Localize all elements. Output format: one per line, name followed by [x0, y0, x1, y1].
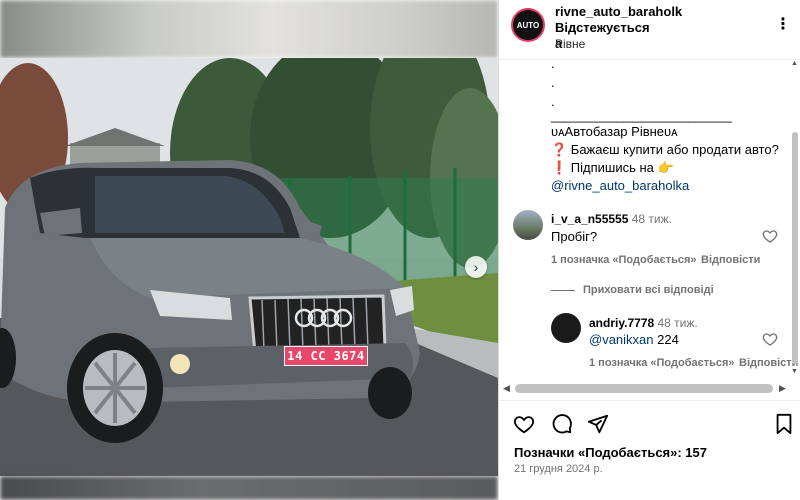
profile-avatar[interactable]: AUTO — [511, 8, 545, 42]
post-media: 14 CC 3674 › — [0, 0, 498, 500]
comment-text: Пробіг? — [551, 229, 598, 244]
heart-icon[interactable] — [762, 331, 778, 347]
comments-section: . . . _________________________ ᴜᴀАвтоба… — [499, 60, 800, 396]
vertical-scroll-thumb[interactable] — [792, 132, 798, 364]
commenter-avatar[interactable] — [513, 210, 543, 240]
reply-time[interactable]: 48 тиж. — [658, 316, 698, 330]
likes-count[interactable]: Позначки «Подобається»: 157 — [514, 445, 707, 460]
caption-line: ❓ Бажаєш купити або продати авто? — [551, 142, 779, 157]
scroll-left-arrow-icon[interactable]: ◀ — [503, 383, 510, 394]
license-plate: 14 CC 3674 — [284, 346, 368, 366]
reply-likes[interactable]: 1 позначка «Подобається» — [589, 357, 735, 369]
post-location[interactable]: Рівне — [555, 37, 585, 51]
license-plate-text: 14 CC 3674 — [287, 349, 365, 363]
reply-username[interactable]: andriy.7778 — [589, 316, 654, 330]
comment-likes[interactable]: 1 позначка «Подобається» — [551, 254, 697, 266]
caption-line: ᴜᴀАвтобазар Рівнеᴜᴀ — [551, 124, 678, 139]
scroll-down-arrow-icon[interactable]: ▼ — [791, 368, 798, 375]
scroll-right-arrow-icon[interactable]: ▶ — [779, 383, 786, 394]
post-photo[interactable]: 14 CC 3674 — [0, 58, 498, 476]
replier-avatar[interactable] — [551, 313, 581, 343]
caption-dot: . — [551, 60, 555, 71]
following-button[interactable]: Відстежується — [555, 20, 650, 35]
post-actions: Позначки «Подобається»: 157 21 грудня 20… — [499, 400, 800, 500]
media-blur-top — [0, 0, 498, 58]
hide-replies-label: Приховати всі відповіді — [583, 284, 714, 296]
comment-username[interactable]: i_v_a_n55555 — [551, 212, 628, 226]
scroll-up-arrow-icon[interactable]: ▲ — [791, 60, 798, 67]
post-header: AUTO rivne_auto_baraholk Відстежується а… — [499, 0, 800, 60]
bookmark-icon[interactable] — [773, 413, 795, 435]
horizontal-scroll-thumb[interactable] — [515, 384, 773, 393]
send-icon[interactable] — [587, 413, 609, 435]
hide-replies-button[interactable]: Приховати всі відповіді — [551, 284, 714, 296]
avatar-logo-text: AUTO — [516, 20, 540, 30]
more-options-icon[interactable]: ⋮ — [775, 14, 792, 34]
reply-button[interactable]: Відповісти — [739, 357, 798, 369]
comment-time[interactable]: 48 тиж. — [632, 212, 672, 226]
heart-icon[interactable] — [762, 228, 778, 244]
comment-icon[interactable] — [551, 413, 573, 435]
car-photo-illustration — [0, 58, 498, 476]
author-username[interactable]: rivne_auto_baraholk — [555, 4, 682, 19]
comment-header: i_v_a_n55555 48 тиж. — [551, 212, 672, 226]
media-blur-bottom — [0, 476, 498, 500]
hide-replies-divider — [551, 289, 575, 291]
reply-button[interactable]: Відповісти — [701, 254, 760, 266]
heart-icon[interactable] — [513, 413, 535, 435]
reply-mention-link[interactable]: @vanikxan — [589, 332, 654, 347]
reply-header: andriy.7778 48 тиж. — [589, 316, 698, 330]
post-sidebar: AUTO rivne_auto_baraholk Відстежується а… — [498, 0, 800, 500]
post-author: rivne_auto_baraholk Відстежується а — [555, 4, 765, 52]
reply-text: @vanikxan 224 — [589, 332, 679, 347]
horizontal-scrollbar[interactable]: ◀ ▶ — [499, 380, 791, 396]
caption-mention-link[interactable]: @rivne_auto_baraholka — [551, 176, 689, 195]
caption-line: ❗ Підпишись на 👉 — [551, 160, 674, 175]
reply-body: 224 — [657, 332, 679, 347]
post-date[interactable]: 21 грудня 2024 р. — [514, 463, 603, 475]
caption-dot: . — [551, 75, 555, 90]
chevron-right-icon[interactable]: › — [465, 256, 487, 278]
vertical-scrollbar[interactable]: ▲ ▼ — [791, 60, 799, 382]
